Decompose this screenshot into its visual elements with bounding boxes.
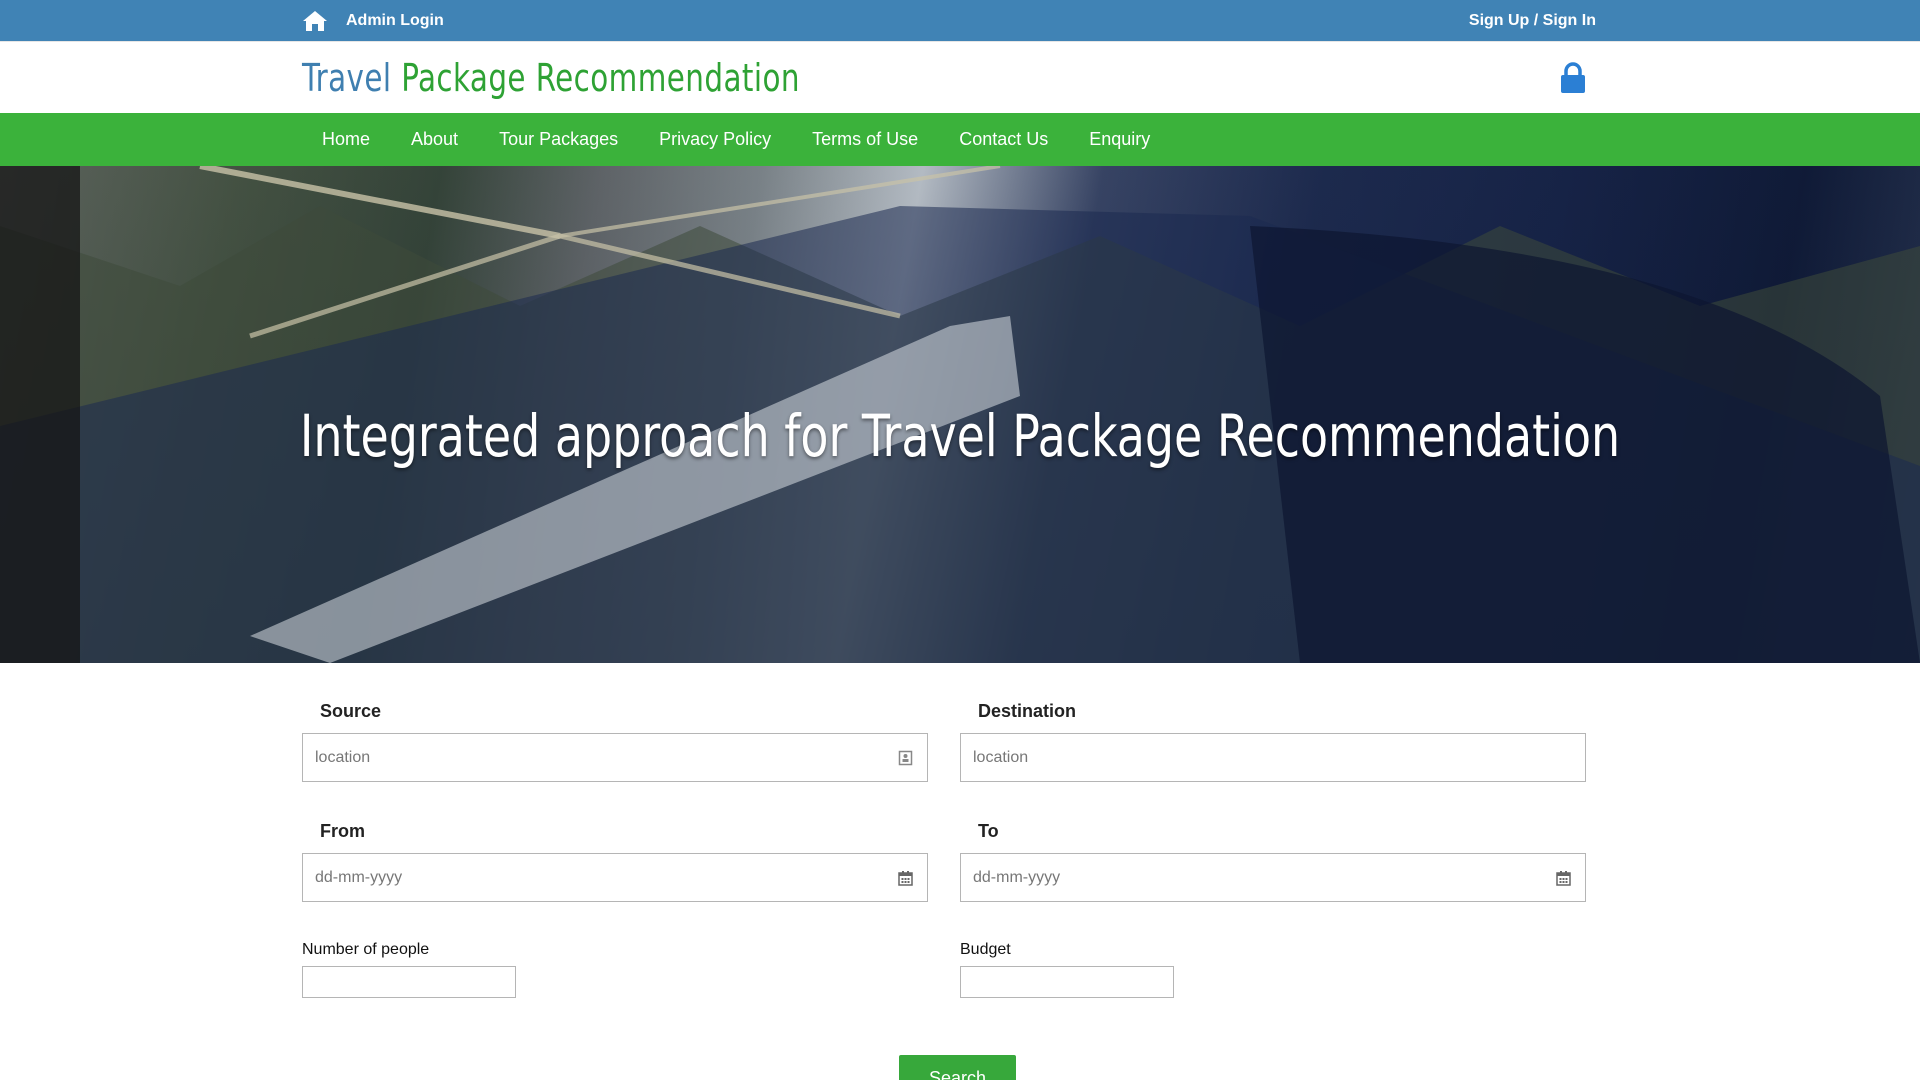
destination-label: Destination xyxy=(978,701,1077,721)
site-header: Travel Package Recommendation xyxy=(0,41,1920,113)
from-label: From xyxy=(320,821,365,841)
hero-banner: Integrated approach for Travel Package R… xyxy=(0,166,1920,663)
destination-input[interactable] xyxy=(973,748,1585,767)
hero-title: Integrated approach for Travel Package R… xyxy=(299,402,1621,470)
home-icon[interactable] xyxy=(302,10,328,32)
nav-about[interactable]: About xyxy=(411,129,458,150)
from-date-field[interactable] xyxy=(302,853,928,902)
logo-word-travel: Travel xyxy=(302,56,392,100)
source-label: Source xyxy=(320,701,382,721)
nav-terms-of-use[interactable]: Terms of Use xyxy=(812,129,918,150)
top-bar-left: Admin Login xyxy=(302,10,444,32)
search-form: Source Destination From xyxy=(0,663,1920,1080)
from-date-input[interactable] xyxy=(315,868,927,887)
source-input[interactable] xyxy=(315,748,927,767)
destination-field[interactable] xyxy=(960,733,1586,782)
search-button[interactable]: Search xyxy=(899,1055,1016,1080)
site-logo[interactable]: Travel Package Recommendation xyxy=(302,56,800,100)
calendar-icon[interactable] xyxy=(1556,870,1571,886)
nav-enquiry[interactable]: Enquiry xyxy=(1089,129,1150,150)
nav-tour-packages[interactable]: Tour Packages xyxy=(499,129,618,150)
number-of-people-input[interactable] xyxy=(302,966,516,998)
signup-signin-link[interactable]: Sign Up / Sign In xyxy=(1469,12,1596,29)
logo-word-package-recommendation: Package Recommendation xyxy=(401,56,800,100)
budget-input[interactable] xyxy=(960,966,1174,998)
nav-contact-us[interactable]: Contact Us xyxy=(959,129,1048,150)
budget-label: Budget xyxy=(960,941,1011,958)
to-date-input[interactable] xyxy=(973,868,1585,887)
contact-card-icon xyxy=(898,750,913,766)
lock-icon[interactable] xyxy=(1560,62,1586,94)
to-date-field[interactable] xyxy=(960,853,1586,902)
nav-home[interactable]: Home xyxy=(322,129,370,150)
source-field[interactable] xyxy=(302,733,928,782)
admin-login-link[interactable]: Admin Login xyxy=(346,12,444,30)
nav-privacy-policy[interactable]: Privacy Policy xyxy=(659,129,771,150)
number-of-people-label: Number of people xyxy=(302,941,430,958)
top-bar: Admin Login Sign Up / Sign In xyxy=(0,0,1920,41)
main-nav: Home About Tour Packages Privacy Policy … xyxy=(0,113,1920,166)
to-label: To xyxy=(978,821,999,841)
calendar-icon[interactable] xyxy=(898,870,913,886)
